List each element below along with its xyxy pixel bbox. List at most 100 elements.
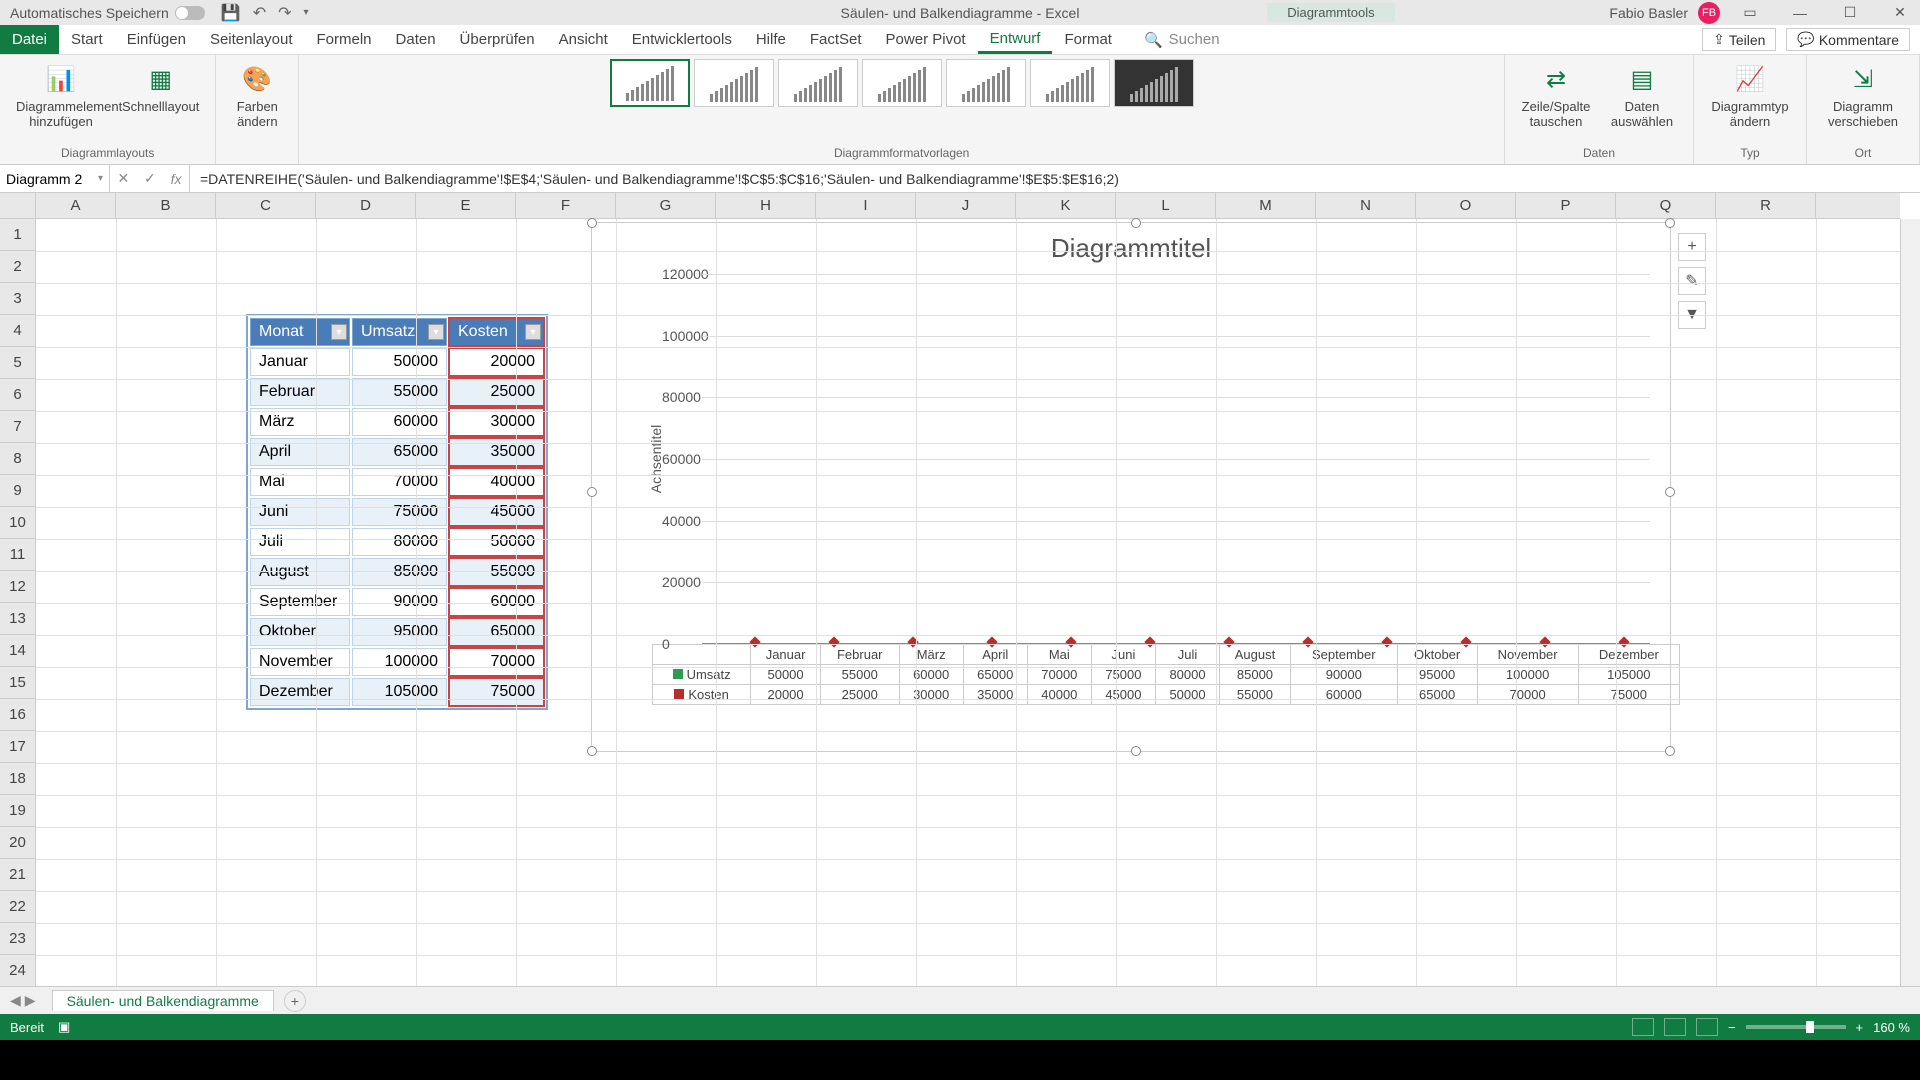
col-header[interactable]: H — [716, 193, 816, 218]
name-box[interactable]: Diagramm 2 ▾ — [0, 165, 110, 192]
zoom-in-icon[interactable]: + — [1856, 1020, 1864, 1035]
row-header[interactable]: 21 — [0, 859, 35, 891]
row-header[interactable]: 4 — [0, 315, 35, 347]
chart-title[interactable]: Diagrammtitel — [592, 223, 1670, 274]
resize-handle[interactable] — [1665, 746, 1675, 756]
user-avatar[interactable]: FB — [1698, 2, 1720, 24]
resize-handle[interactable] — [587, 746, 597, 756]
tab-daten[interactable]: Daten — [384, 25, 448, 54]
resize-handle[interactable] — [1665, 218, 1675, 228]
tab-hilfe[interactable]: Hilfe — [744, 25, 798, 54]
col-header[interactable]: C — [216, 193, 316, 218]
row-header[interactable]: 20 — [0, 827, 35, 859]
tab-entwurf[interactable]: Entwurf — [978, 25, 1053, 54]
row-header[interactable]: 3 — [0, 283, 35, 315]
row-header[interactable]: 12 — [0, 571, 35, 603]
chart-elements-button[interactable]: + — [1678, 233, 1706, 261]
add-chart-element-button[interactable]: 📊 Diagrammelement hinzufügen — [10, 59, 112, 131]
spreadsheet-grid[interactable]: ABCDEFGHIJKLMNOPQR 123456789101112131415… — [0, 193, 1920, 986]
sheet-nav-prev-icon[interactable]: ◀ — [10, 992, 21, 1009]
chart-style-thumb[interactable] — [1114, 59, 1194, 107]
row-header[interactable]: 1 — [0, 219, 35, 251]
resize-handle[interactable] — [1131, 746, 1141, 756]
save-icon[interactable]: 💾 — [221, 3, 241, 23]
select-data-button[interactable]: ▤ Daten auswählen — [1601, 59, 1683, 131]
tab-file[interactable]: Datei — [0, 25, 59, 54]
zoom-out-icon[interactable]: − — [1728, 1020, 1736, 1035]
autosave-toggle[interactable]: Automatisches Speichern — [0, 5, 215, 21]
table-row[interactable]: November10000070000 — [250, 648, 544, 676]
search-box[interactable]: 🔍 Suchen — [1144, 31, 1220, 49]
tab-format[interactable]: Format — [1052, 25, 1124, 54]
row-header[interactable]: 2 — [0, 251, 35, 283]
row-header[interactable]: 16 — [0, 699, 35, 731]
resize-handle[interactable] — [587, 487, 597, 497]
maximize-icon[interactable]: ☐ — [1830, 0, 1870, 25]
toggle-switch-icon[interactable] — [175, 6, 205, 20]
table-row[interactable]: März6000030000 — [250, 408, 544, 436]
chart-style-thumb[interactable] — [778, 59, 858, 107]
sheet-nav-next-icon[interactable]: ▶ — [25, 992, 36, 1009]
table-row[interactable]: Januar5000020000 — [250, 348, 544, 376]
row-header[interactable]: 24 — [0, 955, 35, 986]
col-header[interactable]: E — [416, 193, 516, 218]
zoom-slider[interactable] — [1746, 1025, 1846, 1029]
tab-seitenlayout[interactable]: Seitenlayout — [198, 25, 305, 54]
accept-formula-icon[interactable]: ✓ — [144, 170, 156, 187]
close-icon[interactable]: ✕ — [1880, 0, 1920, 25]
col-header[interactable]: G — [616, 193, 716, 218]
ribbon-options-icon[interactable]: ▭ — [1730, 0, 1770, 25]
view-page-break-icon[interactable] — [1696, 1018, 1718, 1036]
chart-style-thumb[interactable] — [1030, 59, 1110, 107]
share-button[interactable]: ⇪ Teilen — [1702, 28, 1776, 51]
row-header[interactable]: 18 — [0, 763, 35, 795]
redo-icon[interactable]: ↷ — [278, 3, 291, 23]
row-header[interactable]: 10 — [0, 507, 35, 539]
chart-style-thumb[interactable] — [862, 59, 942, 107]
col-header[interactable]: D — [316, 193, 416, 218]
row-header[interactable]: 7 — [0, 411, 35, 443]
chevron-down-icon[interactable]: ▾ — [98, 173, 103, 184]
chart-styles-button[interactable]: ✎ — [1678, 267, 1706, 295]
cells-area[interactable]: Monat▾ Umsatz▾ Kosten▾ Januar5000020000F… — [36, 219, 1900, 986]
resize-handle[interactable] — [1131, 218, 1141, 228]
move-chart-button[interactable]: ⇲ Diagramm verschieben — [1817, 59, 1909, 131]
chart[interactable]: Diagrammtitel Achsentitel 02000040000600… — [591, 222, 1671, 752]
row-header[interactable]: 5 — [0, 347, 35, 379]
view-page-layout-icon[interactable] — [1664, 1018, 1686, 1036]
table-row[interactable]: Oktober9500065000 — [250, 618, 544, 646]
row-header[interactable]: 17 — [0, 731, 35, 763]
data-table[interactable]: Monat▾ Umsatz▾ Kosten▾ Januar5000020000F… — [246, 314, 548, 710]
tab-einfügen[interactable]: Einfügen — [115, 25, 198, 54]
add-sheet-button[interactable]: + — [284, 990, 306, 1012]
tab-factset[interactable]: FactSet — [798, 25, 874, 54]
row-header[interactable]: 23 — [0, 923, 35, 955]
chart-style-thumb[interactable] — [694, 59, 774, 107]
view-normal-icon[interactable] — [1632, 1018, 1654, 1036]
change-chart-type-button[interactable]: 📈 Diagrammtyp ändern — [1704, 59, 1796, 131]
filter-icon[interactable]: ▾ — [525, 324, 541, 340]
row-header[interactable]: 11 — [0, 539, 35, 571]
row-header[interactable]: 13 — [0, 603, 35, 635]
col-header[interactable]: K — [1016, 193, 1116, 218]
tab-ansicht[interactable]: Ansicht — [547, 25, 620, 54]
col-header[interactable]: R — [1716, 193, 1816, 218]
row-header[interactable]: 6 — [0, 379, 35, 411]
tab-überprüfen[interactable]: Überprüfen — [448, 25, 547, 54]
legend-entry[interactable]: Kosten — [653, 685, 751, 705]
col-header[interactable]: Q — [1616, 193, 1716, 218]
table-row[interactable]: Dezember10500075000 — [250, 678, 544, 706]
tab-formeln[interactable]: Formeln — [305, 25, 384, 54]
record-macro-icon[interactable]: ▣ — [58, 1019, 70, 1035]
col-header[interactable]: A — [36, 193, 116, 218]
select-all-corner[interactable] — [0, 193, 36, 219]
filter-icon[interactable]: ▾ — [331, 324, 347, 340]
row-header[interactable]: 14 — [0, 635, 35, 667]
table-row[interactable]: Juni7500045000 — [250, 498, 544, 526]
chart-style-thumb[interactable] — [946, 59, 1026, 107]
vertical-scrollbar[interactable] — [1900, 219, 1920, 986]
resize-handle[interactable] — [1665, 487, 1675, 497]
qat-customize-icon[interactable]: ▾ — [304, 7, 309, 18]
quick-layout-button[interactable]: ▦ Schnelllayout — [116, 59, 205, 131]
row-header[interactable]: 15 — [0, 667, 35, 699]
